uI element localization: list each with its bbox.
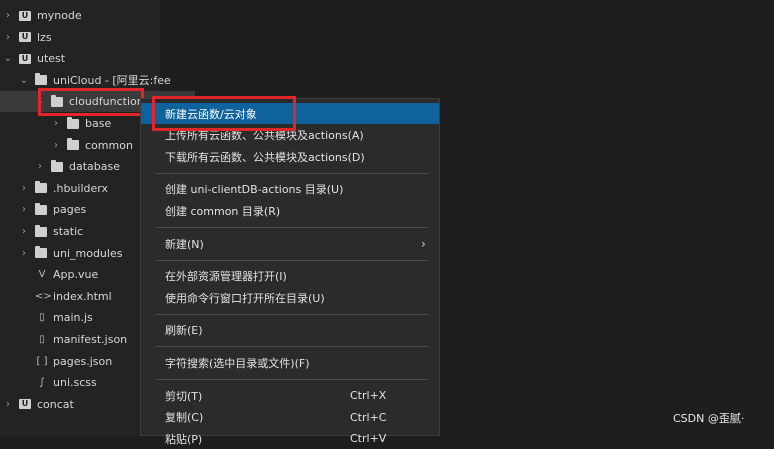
- project-icon: U: [19, 53, 31, 64]
- folder-icon: [35, 202, 47, 215]
- tree-item-label: concat: [37, 397, 74, 411]
- tree-item-label: .hbuilderx: [53, 181, 109, 195]
- menu-separator: [155, 227, 429, 228]
- menu-item-label: 剪切(T): [165, 389, 203, 403]
- file-icon: <>: [35, 290, 52, 302]
- menu-item-label: 下载所有云函数、公共模块及actions(D): [165, 150, 365, 164]
- menu-item-shortcut: Ctrl+X: [350, 389, 387, 402]
- tree-item[interactable]: ⌄ Uutest: [0, 48, 163, 69]
- chevron-right-icon[interactable]: ›: [3, 399, 13, 410]
- annotation-box-cloudfunctions: [38, 88, 144, 116]
- annotation-box-new-cloud-function: [152, 96, 296, 131]
- menu-separator: [155, 172, 429, 174]
- tree-item-label: lzs: [37, 30, 52, 44]
- chevron-right-icon[interactable]: ›: [19, 183, 29, 194]
- project-icon: U: [19, 32, 31, 43]
- watermark: CSDN @歪腻·: [673, 412, 745, 425]
- tree-item[interactable]: › Umynode: [0, 5, 163, 26]
- tree-item[interactable]: › Ulzs: [0, 27, 163, 48]
- tree-item-label: pages: [53, 203, 87, 217]
- chevron-right-icon[interactable]: ›: [19, 248, 29, 259]
- tree-item[interactable]: › Uconcat: [0, 394, 163, 415]
- menu-item-shortcut: Ctrl+V: [350, 432, 387, 446]
- folder-icon: [35, 246, 47, 259]
- menu-item-label: 字符搜索(选中目录或文件)(F): [165, 356, 310, 370]
- menu-item-shortcut: Ctrl+C: [350, 410, 387, 424]
- folder-icon: [35, 181, 47, 194]
- chevron-right-icon[interactable]: ›: [3, 10, 13, 21]
- chevron-down-icon[interactable]: ⌄: [19, 75, 29, 86]
- chevron-right-icon: ›: [421, 236, 426, 251]
- chevron-right-icon[interactable]: ›: [35, 161, 45, 172]
- menu-item[interactable]: 下载所有云函数、公共模块及actions(D): [141, 146, 439, 167]
- tree-item-label: manifest.json: [53, 333, 128, 346]
- menu-item-label: 粘贴(P): [165, 432, 203, 446]
- context-menu: 新建云函数/云对象 上传所有云函数、公共模块及actions(A) 下载所有云函数、…: [140, 98, 440, 446]
- chevron-right-icon[interactable]: ›: [3, 32, 13, 43]
- project-icon: U: [19, 10, 31, 21]
- tree-item-label: pages.json: [53, 354, 113, 368]
- menu-item-label: 复制(C): [165, 411, 204, 425]
- menu-item[interactable]: 在外部资源管理器打开(I): [141, 266, 439, 287]
- menu-item[interactable]: 剪切(T) Ctrl+X: [141, 385, 439, 406]
- menu-item[interactable]: 复制(C) Ctrl+C: [141, 407, 439, 428]
- tree-item-label: static: [53, 225, 84, 238]
- file-icon: ▯: [39, 334, 45, 345]
- folder-icon: [51, 159, 63, 172]
- menu-item[interactable]: 创建 common 目录(R): [141, 200, 439, 221]
- tree-item-label: uni.scss: [53, 376, 97, 390]
- tree-item-label: mynode: [37, 9, 82, 22]
- tree-item-label: main.js: [53, 311, 93, 325]
- menu-item-label: 创建 uni-clientDB-actions 目录(U): [165, 183, 344, 197]
- menu-item-label: 刷新(E): [165, 324, 203, 338]
- menu-separator: [155, 346, 429, 348]
- tree-item-label: index.html: [53, 289, 112, 303]
- tree-item-label: common: [85, 138, 133, 152]
- file-explorer: › Umynode › Ulzs ⌄ Uutest ⌄ uniCloud - [阿里云:fee…: [0, 0, 195, 436]
- file-icon: V: [38, 269, 46, 281]
- menu-item[interactable]: 使用命令行窗口打开所在目录(U): [141, 287, 439, 308]
- folder-icon: [67, 138, 79, 151]
- menu-item-label: 新建(N): [165, 237, 204, 251]
- menu-separator: [155, 313, 429, 315]
- folder-icon: [35, 73, 47, 86]
- chevron-right-icon[interactable]: ›: [51, 140, 61, 151]
- menu-item[interactable]: 粘贴(P) Ctrl+V: [141, 428, 439, 449]
- menu-item-label: 在外部资源管理器打开(I): [165, 270, 287, 284]
- file-icon: ▯: [39, 312, 45, 324]
- tree-item-label: utest: [37, 52, 66, 66]
- tree-item-label: database: [69, 160, 120, 174]
- menu-separator: [155, 379, 429, 380]
- tree-item-label: uni_modules: [53, 246, 123, 260]
- menu-item[interactable]: 刷新(E): [141, 320, 439, 341]
- file-icon: [ ]: [36, 355, 48, 367]
- project-icon: U: [19, 399, 31, 410]
- menu-item-label: 使用命令行窗口打开所在目录(U): [165, 291, 325, 305]
- menu-item[interactable]: 字符搜索(选中目录或文件)(F): [141, 352, 439, 373]
- menu-item[interactable]: 创建 uni-clientDB-actions 目录(U): [141, 179, 439, 200]
- menu-item[interactable]: 新建(N) ›: [141, 233, 439, 254]
- file-icon: ∫: [39, 377, 45, 389]
- tree-item-label: uniCloud - [阿里云:fee: [53, 74, 171, 88]
- tree-item-label: base: [85, 117, 112, 130]
- chevron-right-icon[interactable]: ›: [19, 226, 29, 237]
- chevron-right-icon[interactable]: ›: [19, 204, 29, 215]
- menu-item-label: 创建 common 目录(R): [165, 204, 281, 218]
- folder-icon: [35, 224, 47, 237]
- tree-item-label: App.vue: [53, 268, 99, 282]
- chevron-down-icon[interactable]: ⌄: [3, 53, 13, 64]
- menu-separator: [155, 259, 429, 261]
- chevron-right-icon[interactable]: ›: [51, 118, 61, 129]
- folder-icon: [67, 116, 79, 129]
